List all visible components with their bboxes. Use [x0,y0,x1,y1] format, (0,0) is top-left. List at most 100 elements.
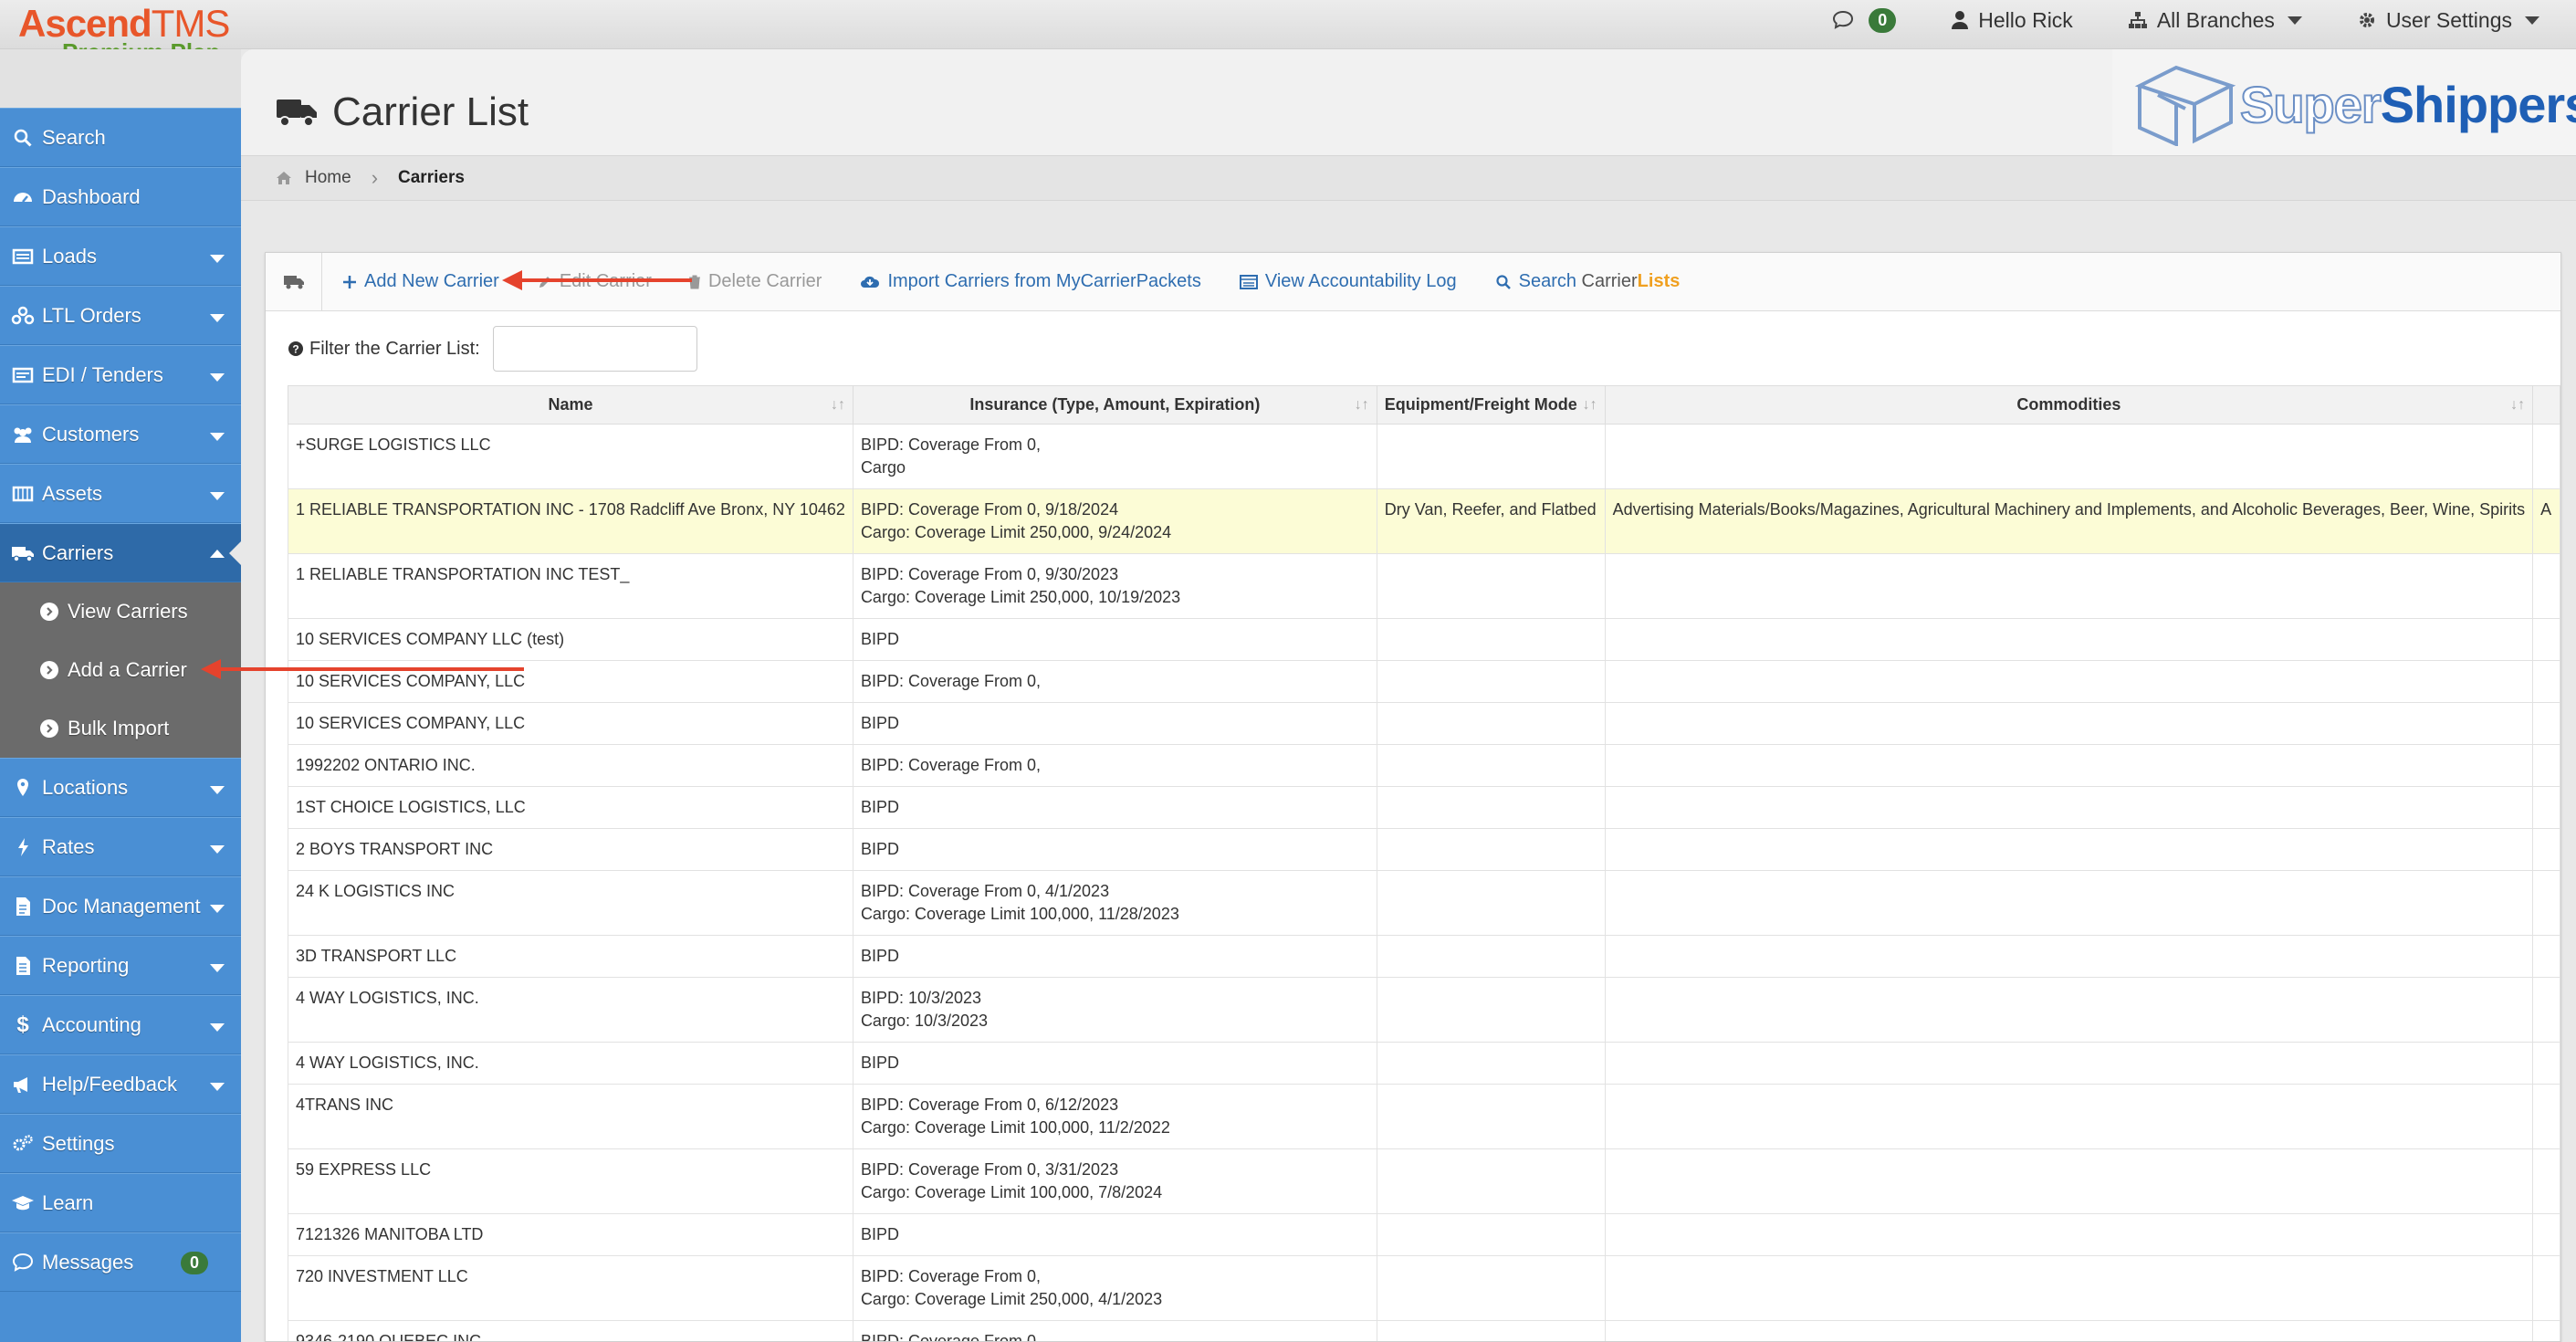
cell-extra [2532,870,2560,936]
top-bar: AscendTMS Premium Plan 0 Hello Rick All … [0,0,2576,67]
sidebar-item-loads[interactable]: Loads [0,226,241,286]
table-row[interactable]: 4 WAY LOGISTICS, INC. BIPD: 10/3/2023 Carg… [288,977,2560,1043]
table-row[interactable]: 1ST CHOICE LOGISTICS, LLC BIPD [288,786,2560,829]
chevron-down-icon [210,1083,225,1091]
sidebar-item-ltl-orders[interactable]: LTL Orders [0,286,241,345]
breadcrumb-home[interactable]: Home [305,168,351,188]
truck-icon [283,275,304,288]
table-row[interactable]: 1992202 ONTARIO INC. BIPD: Coverage From … [288,744,2560,787]
column-header-label: Name [548,395,593,414]
sidebar-item-learn[interactable]: Learn [0,1173,241,1232]
page-title-text: Carrier List [332,89,529,134]
cell-equipment [1376,828,1606,871]
sidebar-item-messages[interactable]: Messages 0 [0,1232,241,1292]
table-row[interactable]: 2 BOYS TRANSPORT INC BIPD [288,828,2560,871]
sort-icon: ↓↑ [830,397,845,413]
cell-equipment-text: Dry Van, Reefer, and Flatbed [1384,500,1597,519]
table-row[interactable]: 4TRANS INC BIPD: Coverage From 0, 6/12/20… [288,1084,2560,1149]
carrier-table: Name ↓↑ Insurance (Type, Amount, Expirati… [288,385,2560,1341]
app-logo[interactable]: AscendTMS Premium Plan [18,5,237,67]
sidebar-item-reporting[interactable]: Reporting [0,936,241,995]
cell-name: 3D TRANSPORT LLC [288,935,853,978]
table-row[interactable]: 10 SERVICES COMPANY, LLC BIPD [288,702,2560,745]
table-row[interactable]: 720 INVESTMENT LLC BIPD: Coverage From 0,… [288,1255,2560,1321]
sidebar-item-doc-management[interactable]: Doc Management [0,876,241,936]
submenu-view-carriers[interactable]: View Carriers [0,582,241,641]
view-accountability-log-label: View Accountability Log [1264,271,1457,291]
cell-name: 4TRANS INC [288,1084,853,1149]
table-row[interactable]: 1 RELIABLE TRANSPORTATION INC TEST_ BIPD:… [288,553,2560,619]
sidebar-item-edi-tenders[interactable]: EDI / Tenders [0,345,241,404]
map-pin-icon [11,776,35,800]
column-header-insurance[interactable]: Insurance (Type, Amount, Expiration) ↓↑ [852,385,1377,425]
sort-icon: ↓↑ [2510,397,2526,413]
messages-count-badge: 0 [1869,7,1897,33]
add-new-carrier-button[interactable]: Add New Carrier [342,271,499,292]
cell-commodities [1604,828,2534,871]
cell-extra [2532,786,2560,829]
messages-count-badge: 0 [181,1252,209,1274]
truck-icon [11,541,35,565]
table-row[interactable]: 4 WAY LOGISTICS, INC. BIPD [288,1042,2560,1085]
sidebar-item-label: Messages [42,1250,134,1274]
submenu-label: Bulk Import [68,717,170,739]
cell-commodities-text: Advertising Materials/Books/Magazines, A… [1612,500,2526,519]
cell-commodities [1604,660,2534,703]
sidebar-item-carriers[interactable]: Carriers [0,523,242,582]
import-carriers-button[interactable]: Import Carriers from MyCarrierPackets [860,271,1201,292]
chevron-right-icon: › [371,166,379,189]
table-row[interactable]: 59 EXPRESS LLC BIPD: Coverage From 0, 3/3… [288,1148,2560,1214]
sidebar-item-label: Reporting [42,953,130,977]
table-row[interactable]: 9346-2190 QUEBEC INC BIPD: Coverage From … [288,1320,2560,1341]
branches-dropdown[interactable]: All Branches [2128,8,2302,33]
column-header-equipment[interactable]: Equipment/Freight Mode ↓↑ [1376,385,1606,425]
cell-insurance: BIPD [852,702,1377,745]
column-header-extra[interactable] [2532,385,2560,425]
cell-name-text: +SURGE LOGISTICS LLC [296,435,491,454]
messages-indicator[interactable]: 0 [1832,7,1897,33]
cell-insurance-text: Cargo: Coverage Limit 250,000, 4/1/2023 [860,1290,1163,1308]
brand-text-super: Super [2239,75,2382,134]
table-row[interactable]: 10 SERVICES COMPANY, LLC BIPD: Coverage F… [288,660,2560,703]
column-header-commodities[interactable]: Commodities ↓↑ [1604,385,2534,425]
table-row[interactable]: 10 SERVICES COMPANY LLC (test) BIPD [288,618,2560,661]
user-menu[interactable]: Hello Rick [1951,8,2073,33]
user-settings-dropdown[interactable]: User Settings [2357,8,2539,33]
sidebar-item-accounting[interactable]: $ Accounting [0,995,241,1054]
cell-commodities [1604,1255,2534,1321]
cell-name-text: 4TRANS INC [296,1096,394,1114]
dashboard-icon [11,185,35,209]
chevron-down-icon [2525,16,2539,25]
table-row[interactable]: 1 RELIABLE TRANSPORTATION INC - 1708 Rad… [288,488,2560,554]
table-row[interactable]: 3D TRANSPORT LLC BIPD [288,935,2560,978]
sidebar-item-settings[interactable]: Settings [0,1114,241,1173]
table-row[interactable]: +SURGE LOGISTICS LLC BIPD: Coverage From … [288,424,2560,489]
cell-insurance-text: BIPD [860,947,899,965]
sidebar-item-rates[interactable]: Rates [0,817,241,876]
view-accountability-log-button[interactable]: View Accountability Log [1239,271,1457,292]
carrier-toolbar: Add New Carrier Edit Carrier Delete Carr… [266,253,2560,311]
sidebar-item-locations[interactable]: Locations [0,758,241,817]
cell-name-text: 1 RELIABLE TRANSPORTATION INC - 1708 Rad… [296,500,845,519]
sidebar-item-search[interactable]: Search [0,108,241,167]
cell-name-text: 3D TRANSPORT LLC [296,947,457,965]
sidebar-item-help-feedback[interactable]: Help/Feedback [0,1054,241,1114]
cell-insurance-text: BIPD [860,1054,899,1072]
delete-carrier-button[interactable]: Delete Carrier [688,271,822,292]
filter-input[interactable] [492,326,697,372]
chevron-down-icon [210,492,225,500]
search-carrierlists-button[interactable]: Search Carrier Lists [1495,271,1680,292]
cell-name-text: 59 EXPRESS LLC [296,1160,432,1179]
sidebar-item-customers[interactable]: Customers [0,404,241,464]
sidebar-item-dashboard[interactable]: Dashboard [0,167,241,226]
cell-extra [2532,977,2560,1043]
submenu-bulk-import[interactable]: Bulk Import [0,699,241,758]
sidebar-item-assets[interactable]: Assets [0,464,241,523]
cell-equipment: Dry Van, Reefer, and Flatbed [1376,488,1606,554]
cell-commodities [1604,786,2534,829]
cell-name-text: 10 SERVICES COMPANY LLC (test) [296,630,565,648]
table-row[interactable]: 24 K LOGISTICS INC BIPD: Coverage From 0,… [288,870,2560,936]
column-header-name[interactable]: Name ↓↑ [288,385,853,425]
table-row[interactable]: 7121326 MANITOBA LTD BIPD [288,1213,2560,1256]
cell-extra [2532,744,2560,787]
